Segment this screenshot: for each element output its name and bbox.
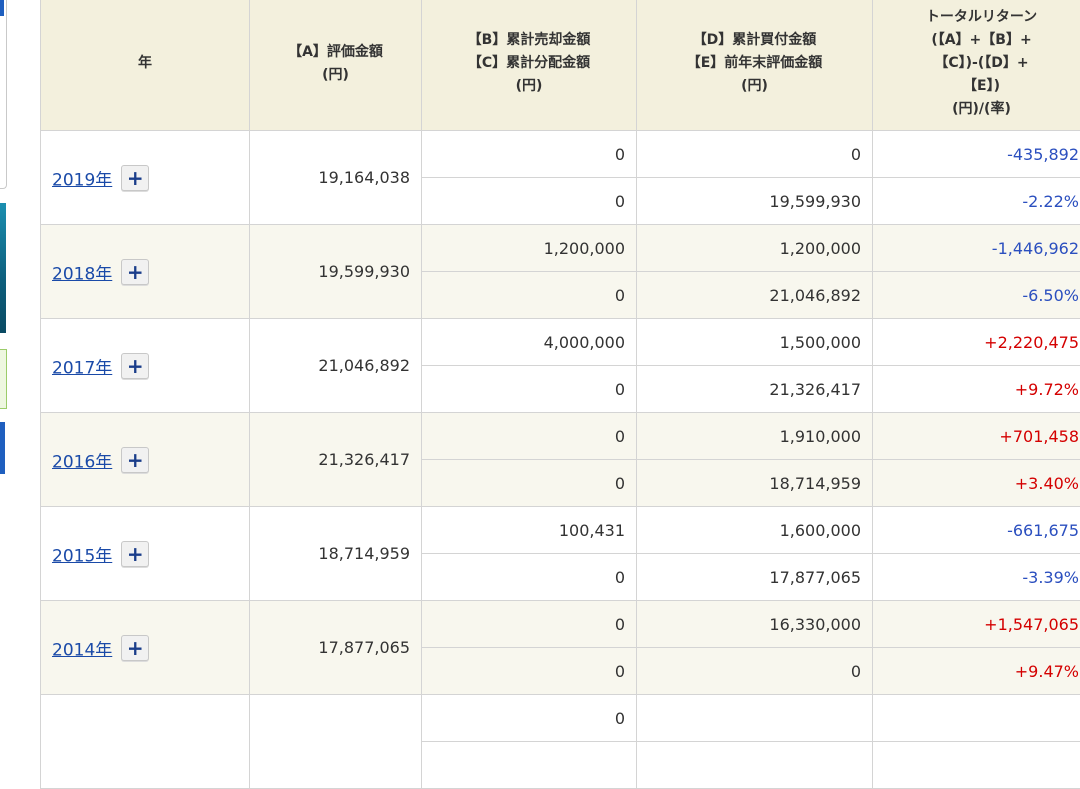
return-amount-cell: +2,220,475 <box>873 319 1080 366</box>
sold-amount-cell: 0 <box>422 695 637 742</box>
sold-amount-cell: 0 <box>422 131 637 178</box>
valuation-cell: 19,164,038 <box>250 131 422 225</box>
year-cell: 2018年 + <box>41 225 250 319</box>
bought-amount-cell: 16,330,000 <box>637 601 873 648</box>
year-cell <box>41 695 250 789</box>
prev-year-value-cell: 21,326,417 <box>637 366 873 413</box>
return-amount-cell: +701,458 <box>873 413 1080 460</box>
prev-year-value-cell: 19,599,930 <box>637 178 873 225</box>
bought-amount-cell: 0 <box>637 131 873 178</box>
year-cell: 2014年 + <box>41 601 250 695</box>
expand-plus-button[interactable]: + <box>121 259 149 285</box>
return-rate-cell: -3.39% <box>873 554 1080 601</box>
expand-plus-button[interactable]: + <box>121 635 149 661</box>
table-row: 2017年+21,046,8924,000,0001,500,000+2,220… <box>41 319 1080 366</box>
prev-year-value-cell: 18,714,959 <box>637 460 873 507</box>
plus-icon: + <box>127 636 144 660</box>
year-cell: 2016年 + <box>41 413 250 507</box>
table-row: 0 <box>41 695 1080 742</box>
return-amount-cell: -435,892 <box>873 131 1080 178</box>
return-rate-cell: -6.50% <box>873 272 1080 319</box>
header-sold-distribution: 【B】累計売却金額【C】累計分配金額(円) <box>422 0 637 131</box>
year-link[interactable]: 2019年 <box>52 170 112 190</box>
year-cell: 2015年 + <box>41 507 250 601</box>
year-link[interactable]: 2018年 <box>52 264 112 284</box>
valuation-cell: 17,877,065 <box>250 601 422 695</box>
return-amount-cell: -1,446,962 <box>873 225 1080 272</box>
plus-icon: + <box>127 260 144 284</box>
annual-performance-table: 年 【A】評価金額(円) 【B】累計売却金額【C】累計分配金額(円) 【D】累計… <box>40 0 1080 789</box>
year-link[interactable]: 2016年 <box>52 452 112 472</box>
return-rate-cell: +9.47% <box>873 648 1080 695</box>
sold-amount-cell: 4,000,000 <box>422 319 637 366</box>
plus-icon: + <box>127 354 144 378</box>
table-row: 2014年+17,877,065016,330,000+1,547,065 <box>41 601 1080 648</box>
distribution-amount-cell: 0 <box>422 366 637 413</box>
sold-amount-cell: 0 <box>422 601 637 648</box>
return-rate-cell: +3.40% <box>873 460 1080 507</box>
bought-amount-cell: 1,600,000 <box>637 507 873 554</box>
header-valuation: 【A】評価金額(円) <box>250 0 422 131</box>
table-row: 2016年+21,326,41701,910,000+701,458 <box>41 413 1080 460</box>
adjacent-button-edge <box>0 422 5 474</box>
plus-icon: + <box>127 542 144 566</box>
return-rate-cell <box>873 742 1080 789</box>
plus-icon: + <box>127 166 144 190</box>
adjacent-panel-edge <box>0 0 7 189</box>
sold-amount-cell: 1,200,000 <box>422 225 637 272</box>
valuation-cell: 21,046,892 <box>250 319 422 413</box>
adjacent-banner-edge <box>0 203 6 333</box>
bought-amount-cell: 1,500,000 <box>637 319 873 366</box>
sold-amount-cell: 0 <box>422 413 637 460</box>
expand-plus-button[interactable]: + <box>121 447 149 473</box>
bought-amount-cell: 1,910,000 <box>637 413 873 460</box>
year-cell: 2017年 + <box>41 319 250 413</box>
distribution-amount-cell: 0 <box>422 554 637 601</box>
distribution-amount-cell: 0 <box>422 272 637 319</box>
plus-icon: + <box>127 448 144 472</box>
bought-amount-cell: 1,200,000 <box>637 225 873 272</box>
return-rate-cell: -2.22% <box>873 178 1080 225</box>
bought-amount-cell <box>637 695 873 742</box>
adjacent-accent-edge <box>0 0 4 16</box>
expand-plus-button[interactable]: + <box>121 165 149 191</box>
distribution-amount-cell: 0 <box>422 178 637 225</box>
prev-year-value-cell: 0 <box>637 648 873 695</box>
table-row: 2019年+19,164,03800-435,892 <box>41 131 1080 178</box>
header-year: 年 <box>41 0 250 131</box>
prev-year-value-cell <box>637 742 873 789</box>
return-amount-cell: +1,547,065 <box>873 601 1080 648</box>
header-total-return: トータルリターン(【A】+【B】+【C】)-(【D】+【E】)(円)/(率) <box>873 0 1080 131</box>
valuation-cell: 18,714,959 <box>250 507 422 601</box>
adjacent-box-edge <box>0 349 7 409</box>
valuation-cell: 21,326,417 <box>250 413 422 507</box>
year-link[interactable]: 2015年 <box>52 546 112 566</box>
expand-plus-button[interactable]: + <box>121 353 149 379</box>
expand-plus-button[interactable]: + <box>121 541 149 567</box>
year-link[interactable]: 2014年 <box>52 640 112 660</box>
sold-amount-cell: 100,431 <box>422 507 637 554</box>
valuation-cell: 19,599,930 <box>250 225 422 319</box>
table-row: 2015年+18,714,959100,4311,600,000-661,675 <box>41 507 1080 554</box>
year-cell: 2019年 + <box>41 131 250 225</box>
return-amount-cell: -661,675 <box>873 507 1080 554</box>
header-bought-prev-value: 【D】累計買付金額【E】前年末評価金額(円) <box>637 0 873 131</box>
table-header-row: 年 【A】評価金額(円) 【B】累計売却金額【C】累計分配金額(円) 【D】累計… <box>41 0 1080 131</box>
prev-year-value-cell: 17,877,065 <box>637 554 873 601</box>
prev-year-value-cell: 21,046,892 <box>637 272 873 319</box>
distribution-amount-cell: 0 <box>422 460 637 507</box>
return-amount-cell <box>873 695 1080 742</box>
distribution-amount-cell: 0 <box>422 648 637 695</box>
distribution-amount-cell <box>422 742 637 789</box>
return-rate-cell: +9.72% <box>873 366 1080 413</box>
year-link[interactable]: 2017年 <box>52 358 112 378</box>
valuation-cell <box>250 695 422 789</box>
table-row: 2018年+19,599,9301,200,0001,200,000-1,446… <box>41 225 1080 272</box>
